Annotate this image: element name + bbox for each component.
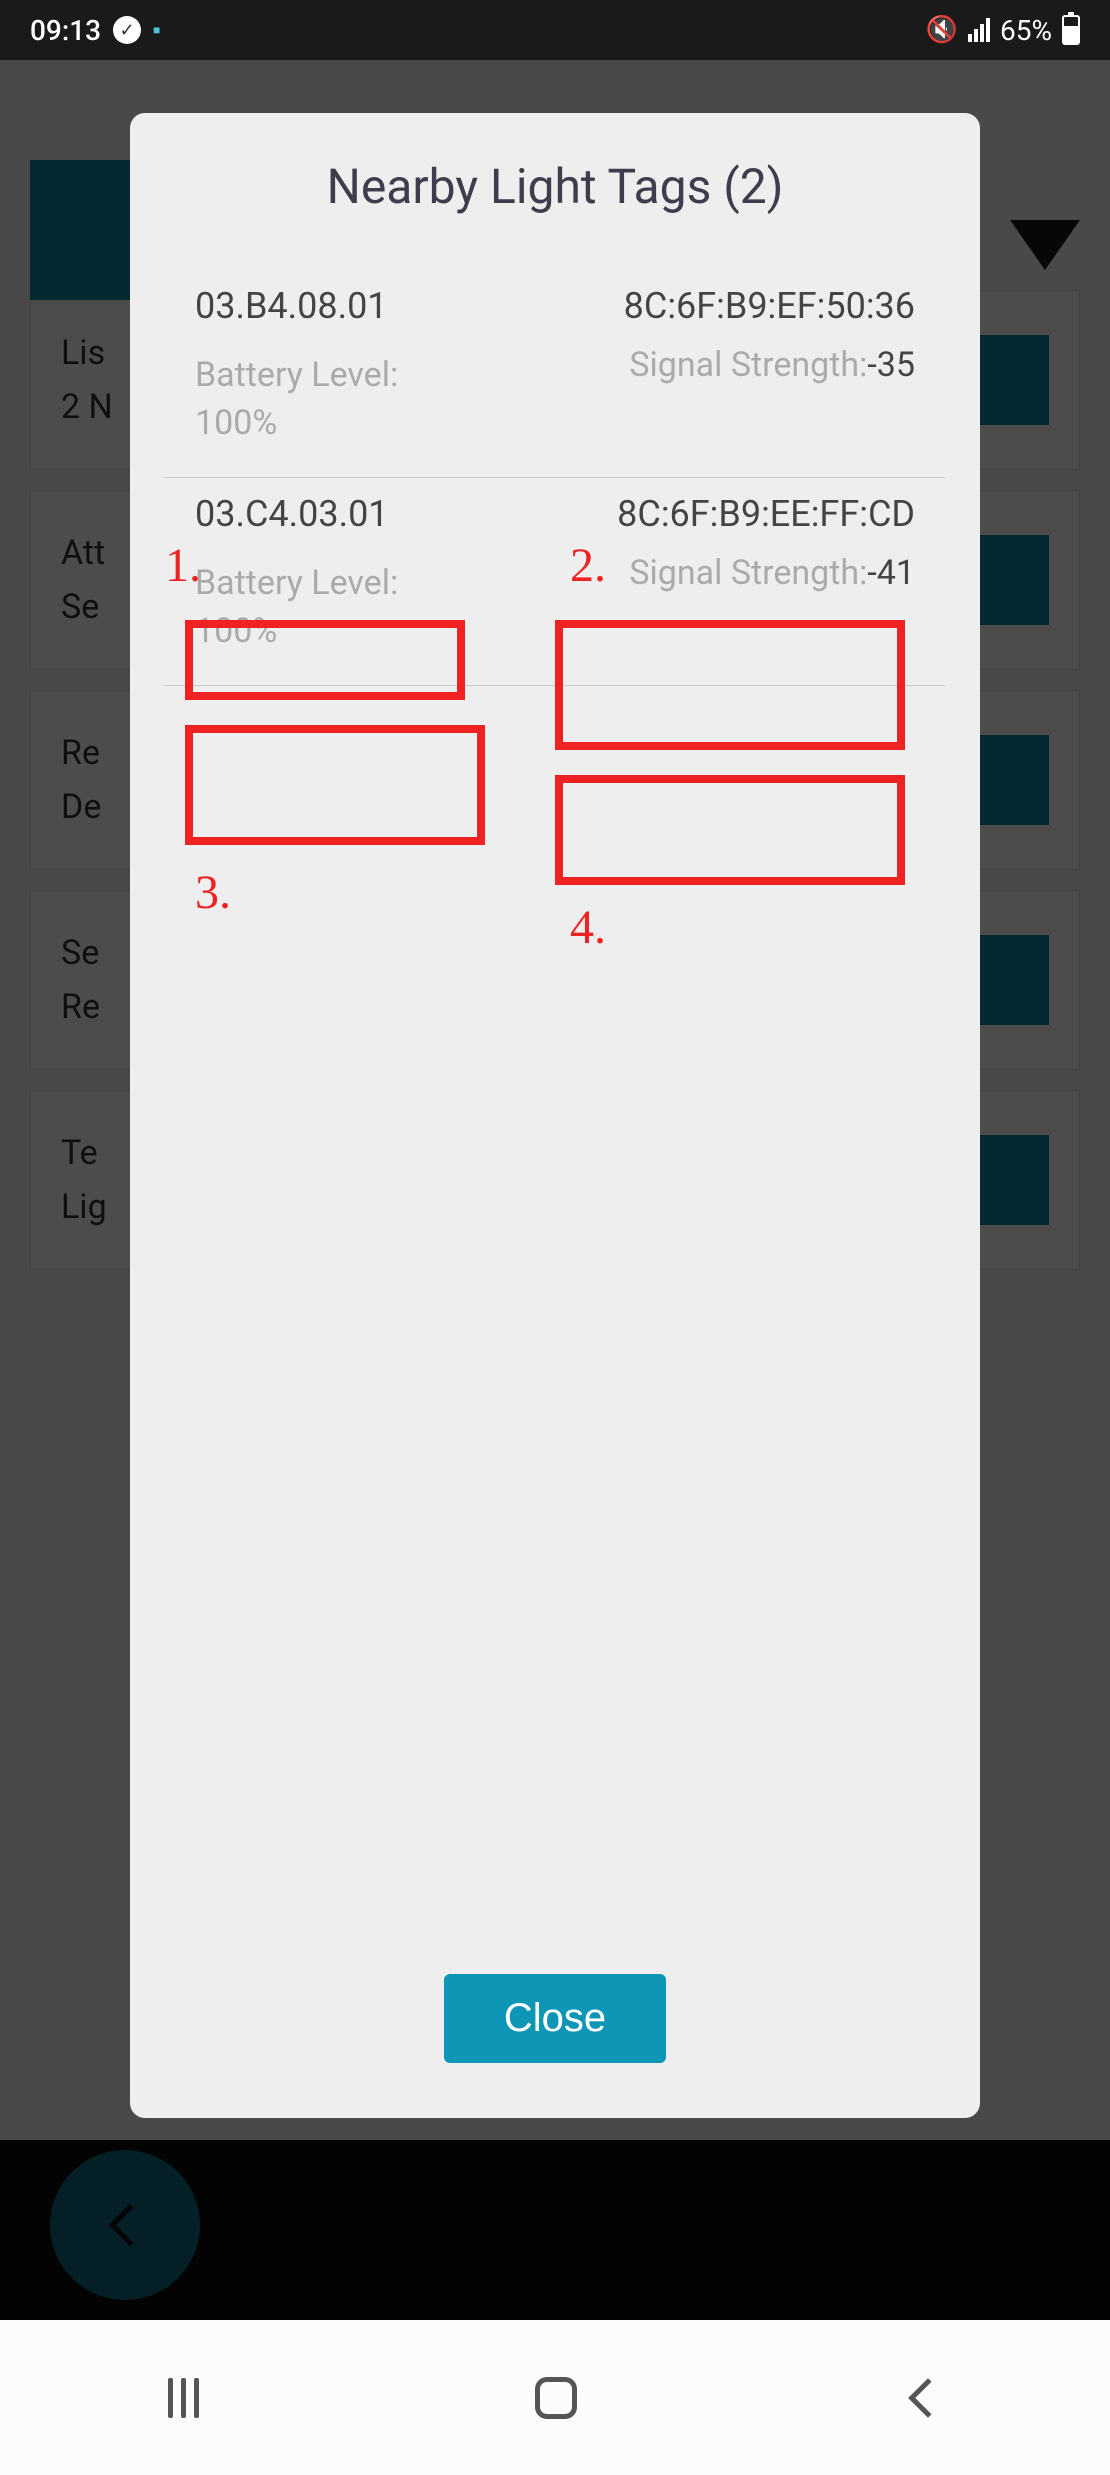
tag-battery-value: 100% — [195, 611, 277, 651]
tag-battery: Battery Level: 100% — [195, 560, 545, 655]
tag-list: 03.B4.08.01 Battery Level: 100% 8C:6F:B9… — [165, 270, 945, 1974]
nav-home-button[interactable] — [535, 2377, 577, 2419]
signal-icon — [968, 18, 990, 42]
nearby-tags-modal: Nearby Light Tags (2) 03.B4.08.01 Batter… — [130, 113, 980, 2118]
tag-id: 03.B4.08.01 — [195, 285, 545, 327]
nav-recent-button[interactable] — [168, 2378, 199, 2418]
status-time: 09:13 — [30, 14, 101, 47]
battery-icon — [1062, 15, 1080, 45]
tag-mac: 8C:6F:B9:EF:50:36 — [565, 285, 915, 327]
status-left-group: 09:13 ✓ ■ — [30, 14, 160, 47]
annotation-label-1: 1. — [165, 538, 201, 593]
modal-title: Nearby Light Tags (2) — [165, 158, 945, 215]
close-button[interactable]: Close — [444, 1974, 666, 2063]
annotation-label-3: 3. — [195, 865, 231, 920]
android-nav-bar — [0, 2320, 1110, 2475]
status-check-icon: ✓ — [113, 16, 141, 44]
tag-id: 03.C4.03.01 — [195, 493, 545, 535]
tag-right-col: 8C:6F:B9:EF:50:36 Signal Strength:-35 — [565, 285, 915, 447]
tag-item-1[interactable]: 03.C4.03.01 Battery Level: 100% 8C:6F:B9… — [165, 478, 945, 686]
mute-icon: 🔇 — [926, 15, 958, 45]
tag-signal: Signal Strength:-35 — [565, 342, 915, 390]
tag-right-col: 8C:6F:B9:EE:FF:CD Signal Strength:-41 — [565, 493, 915, 655]
annotation-label-2: 2. — [570, 538, 606, 593]
tag-mac: 8C:6F:B9:EE:FF:CD — [565, 493, 915, 535]
status-right-group: 🔇 65% — [926, 14, 1080, 47]
tag-battery-value: 100% — [195, 403, 277, 443]
battery-percent: 65% — [1000, 14, 1052, 47]
tag-signal-value: -41 — [867, 553, 915, 593]
tag-signal: Signal Strength:-41 — [565, 550, 915, 598]
tag-signal-label: Signal Strength: — [629, 345, 867, 385]
tag-signal-value: -35 — [867, 345, 915, 385]
nav-back-button[interactable] — [908, 2378, 948, 2418]
tag-left-col: 03.C4.03.01 Battery Level: 100% — [195, 493, 565, 655]
tag-battery-label: Battery Level: — [195, 355, 398, 395]
tag-battery-label: Battery Level: — [195, 563, 398, 603]
status-bar: 09:13 ✓ ■ 🔇 65% — [0, 0, 1110, 60]
annotation-label-4: 4. — [570, 900, 606, 955]
tag-left-col: 03.B4.08.01 Battery Level: 100% — [195, 285, 565, 447]
status-app-indicator: ■ — [153, 23, 160, 37]
tag-item-0[interactable]: 03.B4.08.01 Battery Level: 100% 8C:6F:B9… — [165, 270, 945, 478]
tag-signal-label: Signal Strength: — [629, 553, 867, 593]
tag-battery: Battery Level: 100% — [195, 352, 545, 447]
